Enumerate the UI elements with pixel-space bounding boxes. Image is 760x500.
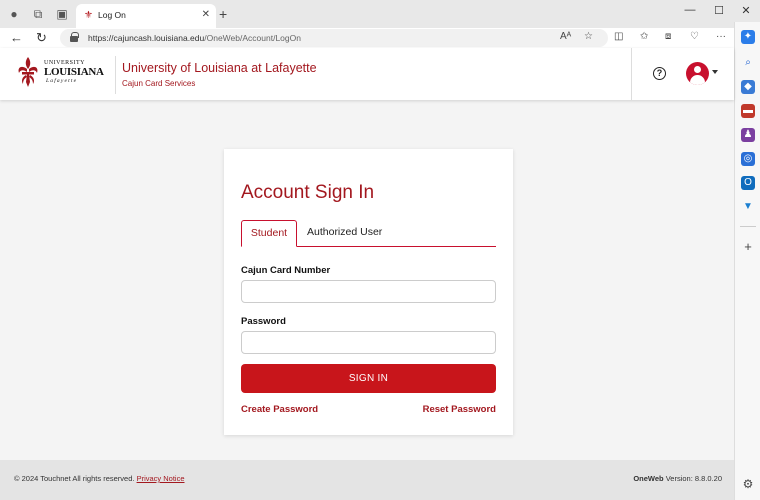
university-logo[interactable]: UNIVERSITY LOUISIANA Lafayette bbox=[16, 56, 106, 90]
copilot-icon[interactable]: ✦ bbox=[741, 30, 755, 44]
privacy-notice-link[interactable]: Privacy Notice bbox=[137, 474, 185, 483]
site-subtitle: Cajun Card Services bbox=[122, 79, 196, 88]
add-icon[interactable]: + bbox=[741, 240, 755, 254]
tab-title: Log On bbox=[98, 10, 126, 20]
read-aloud-icon[interactable]: Aᴬ bbox=[560, 31, 571, 42]
drop-icon[interactable]: ▼ bbox=[741, 200, 755, 214]
games-icon[interactable]: ♟ bbox=[741, 128, 755, 142]
new-tab-icon[interactable]: + bbox=[219, 6, 227, 22]
minimize-icon[interactable]: — bbox=[682, 4, 698, 16]
account-type-tabs: Student Authorized User bbox=[241, 220, 496, 247]
workspaces-icon[interactable]: ⧉ bbox=[30, 6, 46, 22]
site-footer: © 2024 Touchnet All rights reserved. Pri… bbox=[0, 460, 734, 500]
back-arrow-icon[interactable]: ← bbox=[10, 29, 23, 47]
lock-icon[interactable] bbox=[70, 32, 79, 42]
profile-icon[interactable]: ● bbox=[6, 6, 22, 22]
footer-copyright: © 2024 Touchnet All rights reserved. Pri… bbox=[14, 474, 185, 483]
site-header: UNIVERSITY LOUISIANA Lafayette Universit… bbox=[0, 48, 734, 100]
collections-icon[interactable]: ⧈ bbox=[665, 31, 671, 42]
maximize-icon[interactable]: ☐ bbox=[711, 4, 727, 17]
header-divider bbox=[115, 56, 116, 94]
site-title[interactable]: University of Louisiana at Lafayette bbox=[122, 61, 317, 75]
edge-sidebar: ✦ ⌕ ◆ ▬ ♟ ◎ O ▼ + ⚙ bbox=[734, 22, 760, 500]
search-icon[interactable]: ⌕ bbox=[741, 56, 755, 70]
reset-password-link[interactable]: Reset Password bbox=[423, 404, 496, 415]
split-screen-icon[interactable]: ◫ bbox=[614, 31, 623, 42]
close-tab-icon[interactable]: ✕ bbox=[202, 9, 210, 20]
tab-student[interactable]: Student bbox=[241, 220, 297, 247]
avatar-head bbox=[694, 66, 701, 73]
sign-in-button[interactable]: SIGN IN bbox=[241, 364, 496, 393]
card-number-input[interactable] bbox=[241, 280, 496, 303]
footer-version: OneWeb Version: 8.8.0.20 bbox=[633, 474, 722, 483]
browser-essentials-icon[interactable]: ♡ bbox=[690, 31, 699, 42]
browser-toolbar: ← ↻ https://cajuncash.louisiana.edu/OneW… bbox=[0, 28, 760, 48]
more-icon[interactable]: ··· bbox=[716, 31, 726, 42]
signin-card: Account Sign In Student Authorized User … bbox=[224, 149, 513, 435]
password-label: Password bbox=[241, 316, 286, 327]
tab-actions-icon[interactable]: ▣ bbox=[54, 6, 70, 22]
logo-lafayette-text: Lafayette bbox=[46, 78, 78, 84]
close-window-icon[interactable]: ✕ bbox=[738, 4, 754, 17]
help-circle-icon[interactable]: ? bbox=[653, 67, 666, 80]
avatar-body bbox=[690, 75, 705, 85]
favorites-icon[interactable]: ✩ bbox=[640, 31, 648, 42]
star-icon[interactable]: ☆ bbox=[584, 31, 593, 42]
refresh-icon[interactable]: ↻ bbox=[36, 29, 47, 47]
logo-louisiana-text: LOUISIANA bbox=[44, 66, 104, 78]
password-input[interactable] bbox=[241, 331, 496, 354]
chevron-down-icon[interactable] bbox=[712, 70, 718, 74]
browser-tabstrip: ● ⧉ ▣ ⚜ Log On ✕ + — ☐ ✕ bbox=[0, 0, 760, 28]
shopping-icon[interactable]: ◆ bbox=[741, 80, 755, 94]
browser-tab[interactable]: ⚜ Log On ✕ bbox=[76, 4, 216, 28]
fleur-de-lis-icon bbox=[18, 57, 38, 87]
user-avatar-icon[interactable] bbox=[686, 62, 709, 85]
tools-icon[interactable]: ▬ bbox=[741, 104, 755, 118]
url-text[interactable]: https://cajuncash.louisiana.edu/OneWeb/A… bbox=[88, 33, 301, 43]
sidebar-divider bbox=[740, 226, 756, 227]
address-bar[interactable]: https://cajuncash.louisiana.edu/OneWeb/A… bbox=[60, 29, 608, 47]
page: UNIVERSITY LOUISIANA Lafayette Universit… bbox=[0, 48, 734, 500]
card-number-label: Cajun Card Number bbox=[241, 265, 331, 276]
microsoft365-icon[interactable]: ◎ bbox=[741, 152, 755, 166]
tab-authorized-user[interactable]: Authorized User bbox=[307, 220, 382, 247]
page-title: Account Sign In bbox=[241, 182, 375, 203]
create-password-link[interactable]: Create Password bbox=[241, 404, 318, 415]
header-divider-right bbox=[631, 48, 632, 100]
gear-icon[interactable]: ⚙ bbox=[741, 477, 755, 491]
fleur-de-lis-icon: ⚜ bbox=[84, 10, 93, 21]
outlook-icon[interactable]: O bbox=[741, 176, 755, 190]
